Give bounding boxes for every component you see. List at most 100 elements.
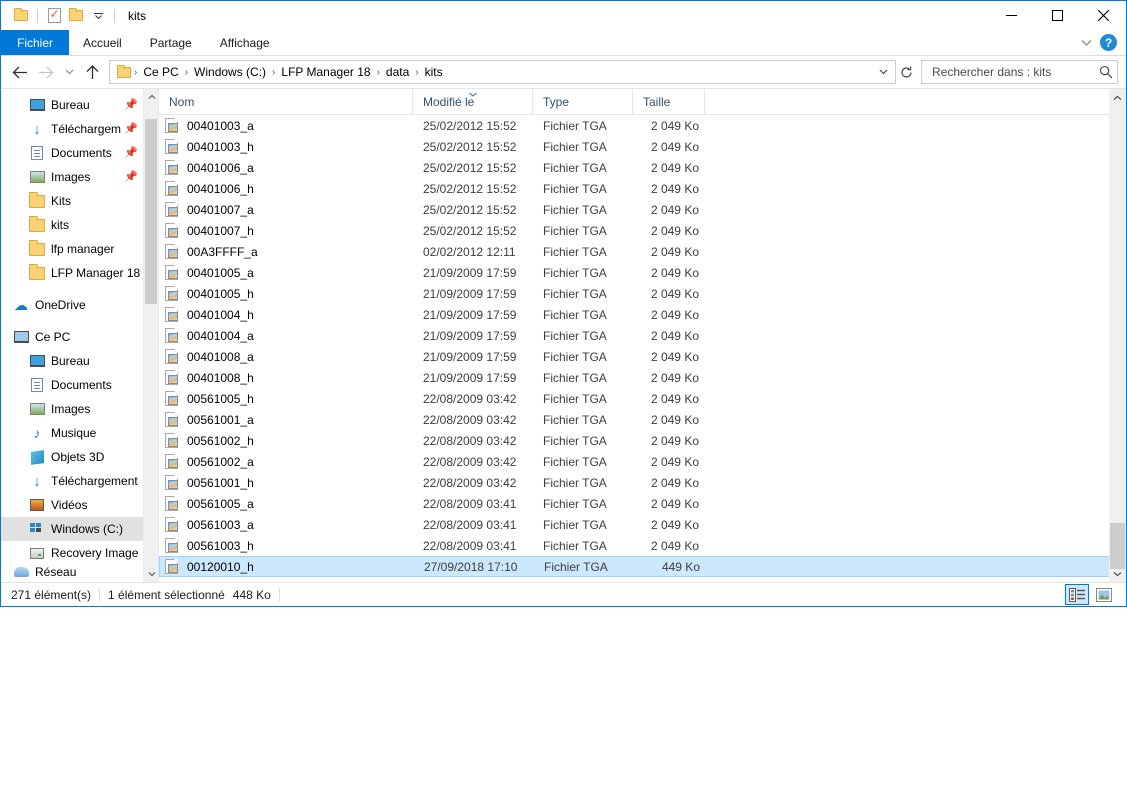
- refresh-icon[interactable]: [896, 61, 916, 83]
- table-row[interactable]: 00561001_h 22/08/2009 03:42 Fichier TGA 2 0…: [159, 472, 1126, 493]
- tga-file-icon: [165, 223, 178, 238]
- breadcrumb-bar[interactable]: › Ce PC › Windows (C:) › LFP Manager 18 …: [109, 60, 896, 84]
- table-row[interactable]: 00401007_h 25/02/2012 15:52 Fichier TGA 2 0…: [159, 220, 1126, 241]
- breadcrumb-item-ce-pc[interactable]: Ce PC: [138, 63, 183, 81]
- table-row[interactable]: 00561005_h 22/08/2009 03:42 Fichier TGA 2 0…: [159, 388, 1126, 409]
- table-row[interactable]: 00401004_h 21/09/2009 17:59 Fichier TGA 2 0…: [159, 304, 1126, 325]
- file-type-cell: Fichier TGA: [543, 181, 607, 196]
- table-row[interactable]: 00561002_a 22/08/2009 03:42 Fichier TGA 2 0…: [159, 451, 1126, 472]
- sidebar-item-kits-upper[interactable]: Kits: [1, 189, 144, 213]
- breadcrumb-item-kits[interactable]: kits: [420, 63, 448, 81]
- explorer-body: Bureau 📌 ↓ Téléchargem 📌 Documents 📌 Ima…: [1, 88, 1126, 582]
- music-icon: ♪: [33, 425, 41, 441]
- pin-icon[interactable]: 📌: [124, 122, 138, 135]
- sidebar-item-documents[interactable]: Documents: [1, 373, 144, 397]
- close-button[interactable]: [1080, 1, 1126, 31]
- table-row[interactable]: 00561003_a 22/08/2009 03:41 Fichier TGA 2 0…: [159, 514, 1126, 535]
- help-icon[interactable]: ?: [1100, 34, 1117, 51]
- address-dropdown-icon[interactable]: [873, 61, 893, 83]
- table-row[interactable]: 00561001_a 22/08/2009 03:42 Fichier TGA 2 0…: [159, 409, 1126, 430]
- back-button[interactable]: [7, 59, 33, 85]
- sidebar-item-label: Images: [51, 402, 91, 416]
- pin-icon[interactable]: 📌: [124, 98, 138, 111]
- file-date-cell: 21/09/2009 17:59: [423, 307, 517, 322]
- expand-ribbon-icon[interactable]: [1077, 37, 1096, 49]
- maximize-button[interactable]: [1034, 1, 1080, 31]
- table-row[interactable]: 00401008_a 21/09/2009 17:59 Fichier TGA 2 0…: [159, 346, 1126, 367]
- sidebar-item-videos[interactable]: Vidéos: [1, 493, 144, 517]
- minimize-button[interactable]: [988, 1, 1034, 31]
- sidebar-item-ce-pc[interactable]: Ce PC: [1, 325, 144, 349]
- sidebar-item-images[interactable]: Images: [1, 397, 144, 421]
- sidebar-item-documents-qa[interactable]: Documents 📌: [1, 141, 144, 165]
- sidebar-item-recovery-image[interactable]: Recovery Image: [1, 541, 144, 565]
- tab-accueil[interactable]: Accueil: [69, 30, 136, 55]
- pin-icon[interactable]: 📌: [124, 170, 138, 183]
- properties-icon[interactable]: [43, 5, 65, 27]
- table-row[interactable]: 00561002_h 22/08/2009 03:42 Fichier TGA 2 0…: [159, 430, 1126, 451]
- search-input[interactable]: [930, 64, 1099, 80]
- table-row[interactable]: 00401003_a 25/02/2012 15:52 Fichier TGA 2 0…: [159, 115, 1126, 136]
- sidebar-item-musique[interactable]: ♪ Musique: [1, 421, 144, 445]
- sidebar-item-objets-3d[interactable]: Objets 3D: [1, 445, 144, 469]
- sidebar-item-kits-lower[interactable]: kits: [1, 213, 144, 237]
- large-icons-view-icon[interactable]: [1092, 584, 1116, 605]
- sidebar-item-lfp-manager-18[interactable]: LFP Manager 18: [1, 261, 144, 285]
- tab-affichage[interactable]: Affichage: [206, 30, 284, 55]
- tab-partage[interactable]: Partage: [136, 30, 206, 55]
- sidebar-scroll-up-icon[interactable]: [144, 89, 158, 105]
- column-header-modifie-le[interactable]: Modifié le: [413, 89, 533, 114]
- table-row[interactable]: 00401008_h 21/09/2009 17:59 Fichier TGA 2 0…: [159, 367, 1126, 388]
- file-date-cell: 25/02/2012 15:52: [423, 139, 517, 154]
- sidebar-scroll-thumb[interactable]: [145, 119, 157, 304]
- breadcrumb-item-data[interactable]: data: [381, 63, 414, 81]
- table-row[interactable]: 00401005_h 21/09/2009 17:59 Fichier TGA 2 0…: [159, 283, 1126, 304]
- sidebar-item-images-qa[interactable]: Images 📌: [1, 165, 144, 189]
- folder-icon[interactable]: [10, 5, 32, 27]
- file-scroll-up-icon[interactable]: [1109, 89, 1126, 106]
- forward-button[interactable]: [33, 59, 59, 85]
- sidebar-scroll-down-icon[interactable]: [144, 566, 158, 582]
- drive-icon: [29, 545, 45, 561]
- breadcrumb-item-windows-c[interactable]: Windows (C:): [189, 63, 271, 81]
- breadcrumb-item-lfp-manager-18[interactable]: LFP Manager 18: [276, 63, 375, 81]
- up-button[interactable]: [79, 59, 105, 85]
- tab-fichier[interactable]: Fichier: [1, 30, 70, 55]
- table-row[interactable]: 00401006_h 25/02/2012 15:52 Fichier TGA 2 0…: [159, 178, 1126, 199]
- pin-icon[interactable]: 📌: [124, 146, 138, 159]
- sidebar-item-bureau-qa[interactable]: Bureau 📌: [1, 93, 144, 117]
- file-scroll-down-icon[interactable]: [1109, 565, 1126, 582]
- table-row[interactable]: 00401003_h 25/02/2012 15:52 Fichier TGA 2 0…: [159, 136, 1126, 157]
- table-row[interactable]: 00120010_h 27/09/2018 17:10 Fichier TGA 449…: [159, 556, 1126, 577]
- chevron-down-icon[interactable]: [87, 5, 109, 27]
- sidebar-item-telechargements-qa[interactable]: ↓ Téléchargem 📌: [1, 117, 144, 141]
- table-row[interactable]: 00561003_h 22/08/2009 03:41 Fichier TGA 2 0…: [159, 535, 1126, 556]
- column-header-nom[interactable]: Nom: [159, 89, 413, 114]
- table-row[interactable]: 00401004_a 21/09/2009 17:59 Fichier TGA 2 0…: [159, 325, 1126, 346]
- sidebar-item-lfp-manager[interactable]: lfp manager: [1, 237, 144, 261]
- sidebar-item-telechargement[interactable]: ↓ Téléchargement: [1, 469, 144, 493]
- document-icon: [29, 145, 45, 161]
- table-row[interactable]: 00A3FFFF_a 02/02/2012 12:11 Fichier TGA 2 0…: [159, 241, 1126, 262]
- table-row[interactable]: 00401007_a 25/02/2012 15:52 Fichier TGA 2 0…: [159, 199, 1126, 220]
- sidebar-item-windows-c[interactable]: Windows (C:): [1, 517, 144, 541]
- tga-file-icon: [165, 349, 178, 364]
- file-scroll-thumb[interactable]: [1110, 523, 1125, 569]
- column-headers: Nom Modifié le Type Taille: [159, 89, 1126, 115]
- column-header-type[interactable]: Type: [533, 89, 633, 114]
- recent-locations-icon[interactable]: [59, 59, 79, 85]
- table-row[interactable]: 00561005_a 22/08/2009 03:41 Fichier TGA 2 0…: [159, 493, 1126, 514]
- sidebar-item-bureau[interactable]: Bureau: [1, 349, 144, 373]
- table-row[interactable]: 00401006_a 25/02/2012 15:52 Fichier TGA 2 0…: [159, 157, 1126, 178]
- file-list-scrollbar[interactable]: [1109, 89, 1126, 582]
- details-view-icon[interactable]: [1065, 584, 1089, 605]
- new-folder-icon[interactable]: [65, 5, 87, 27]
- table-row[interactable]: 00401005_a 21/09/2009 17:59 Fichier TGA 2 0…: [159, 262, 1126, 283]
- search-icon[interactable]: [1099, 65, 1113, 79]
- sidebar-item-onedrive[interactable]: ☁ OneDrive: [1, 293, 144, 317]
- sidebar-scrollbar[interactable]: [143, 89, 158, 582]
- file-name-cell: 00561005_a: [159, 496, 413, 511]
- column-header-taille[interactable]: Taille: [633, 89, 705, 114]
- sidebar-item-reseau[interactable]: Réseau: [1, 565, 144, 579]
- search-box[interactable]: [921, 60, 1118, 84]
